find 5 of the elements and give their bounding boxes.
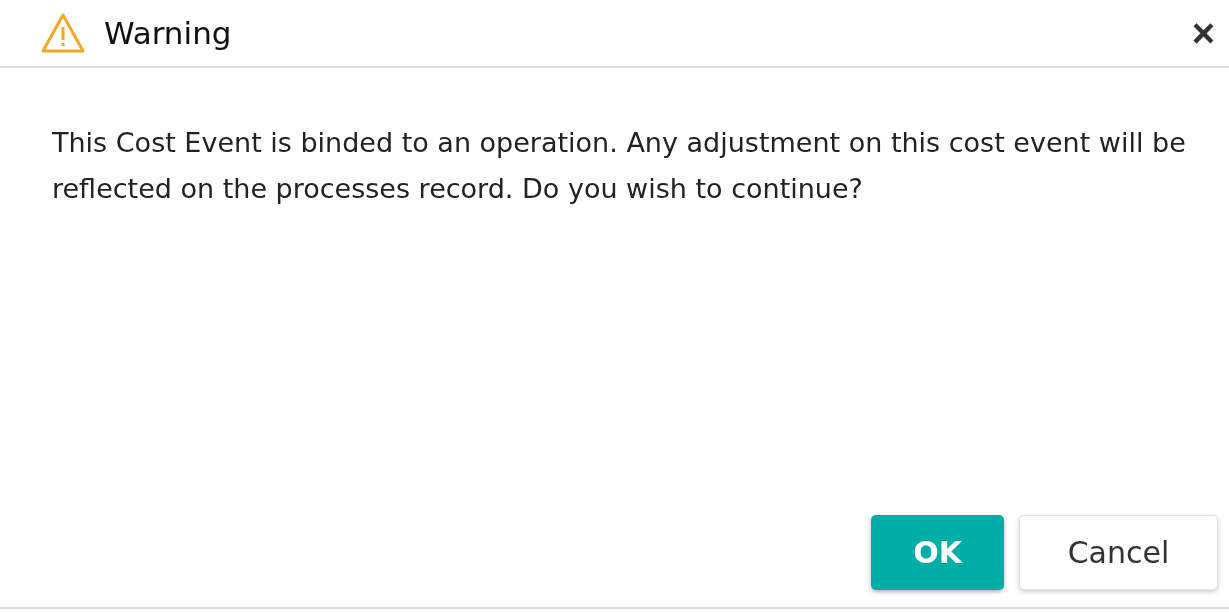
cancel-button[interactable]: Cancel <box>1019 515 1218 590</box>
warning-message: This Cost Event is binded to an operation. Any adjustment on this cost event will be reflected on the processes record. Do you wish to continue? <box>52 126 1187 206</box>
close-button[interactable]: × <box>1187 13 1219 53</box>
warning-icon <box>40 12 86 54</box>
dialog-title: Warning <box>104 15 233 51</box>
